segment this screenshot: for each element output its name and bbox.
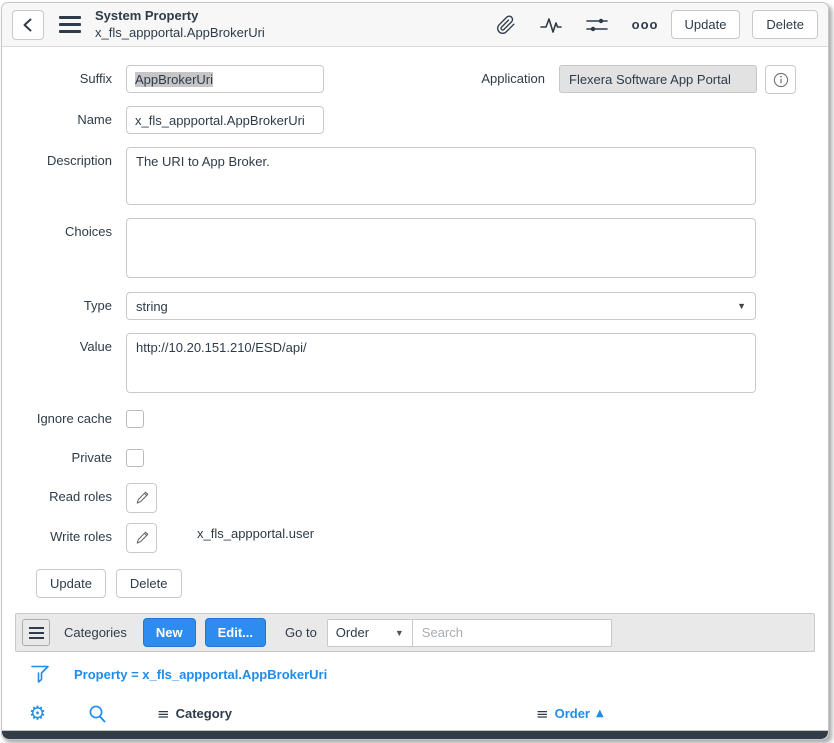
private-checkbox[interactable] [126,449,144,467]
back-button[interactable] [12,10,44,40]
edit-button[interactable]: Edit... [205,618,266,647]
attachment-icon[interactable] [496,15,516,35]
personalize-form-icon[interactable] [586,15,608,35]
filter-breadcrumb-link[interactable]: Property = x_fls_appportal.AppBrokerUri [74,667,327,682]
application-value: Flexera Software App Portal [569,72,731,87]
chevron-down-icon: ▼ [395,628,404,638]
update-button-header[interactable]: Update [671,10,741,39]
column-menu-icon[interactable]: ≡ [157,705,170,723]
column-header-category[interactable]: ≡ Category [157,705,232,723]
filter-funnel-icon[interactable] [30,665,50,684]
goto-selected-value: Order [336,625,369,640]
chevron-down-icon: ▼ [737,301,746,311]
column-header-order[interactable]: ≡ Order ▲ [536,705,604,723]
list-settings-gear-icon[interactable]: ⚙ [29,704,46,723]
page-subtitle: x_fls_appportal.AppBrokerUri [95,25,265,41]
delete-button-header[interactable]: Delete [752,10,818,39]
suffix-label: Suffix [16,65,126,86]
more-options-icon[interactable]: ooo [632,17,659,32]
list-search-icon[interactable] [88,704,107,723]
private-label: Private [16,448,126,465]
value-label: Value [16,333,126,354]
type-label: Type [16,292,126,313]
write-roles-edit-button[interactable] [126,523,157,553]
list-context-menu-icon[interactable] [22,619,50,646]
description-label: Description [16,147,126,168]
value-textarea[interactable]: http://10.20.151.210/ESD/api/ [126,333,756,393]
page-title: System Property [95,8,265,24]
system-property-form: Suffix AppBrokerUri Application Flexera … [2,47,828,613]
read-roles-edit-button[interactable] [126,483,157,513]
application-label: Application [449,65,559,86]
categories-table-header: ⚙ ≡ Category ≡ Order ▲ [2,697,828,731]
order-column-label: Order [555,706,590,721]
form-context-menu-icon[interactable] [59,16,81,33]
categories-list-header: Categories New Edit... Go to Order ▼ [15,613,815,652]
write-roles-label: Write roles [16,523,126,544]
related-list-title: Categories [64,625,127,640]
application-field: Flexera Software App Portal [559,65,757,93]
update-button-footer[interactable]: Update [36,569,106,598]
goto-label: Go to [285,625,317,640]
read-roles-label: Read roles [16,483,126,504]
info-icon [773,72,789,88]
activity-stream-icon[interactable] [540,15,562,35]
new-button[interactable]: New [143,618,196,647]
suffix-selected-text: AppBrokerUri [135,72,213,87]
write-roles-value: x_fls_appportal.user [197,523,314,541]
category-column-label: Category [176,706,232,721]
app-window: System Property x_fls_appportal.AppBroke… [1,2,829,740]
ignore-cache-checkbox[interactable] [126,410,144,428]
column-menu-icon[interactable]: ≡ [536,705,549,723]
name-label: Name [16,106,126,127]
pencil-icon [135,491,149,505]
list-filter-row: Property = x_fls_appportal.AppBrokerUri [2,652,828,697]
list-search-input[interactable] [412,619,612,647]
goto-field-select[interactable]: Order ▼ [327,619,413,647]
type-selected-value: string [136,299,168,314]
suffix-input[interactable]: AppBrokerUri [126,65,324,93]
sort-ascending-icon: ▲ [596,708,604,719]
window-bottom-bar [2,731,828,739]
name-input[interactable] [126,106,324,134]
record-title: System Property x_fls_appportal.AppBroke… [95,8,265,41]
chevron-left-icon [22,18,34,32]
application-info-button[interactable] [765,65,796,94]
form-header: System Property x_fls_appportal.AppBroke… [2,3,828,47]
choices-textarea[interactable] [126,218,756,278]
ignore-cache-label: Ignore cache [16,409,126,426]
pencil-icon [135,531,149,545]
description-textarea[interactable]: The URI to App Broker. [126,147,756,205]
choices-label: Choices [16,218,126,239]
delete-button-footer[interactable]: Delete [116,569,182,598]
type-select[interactable]: string ▼ [126,292,756,320]
